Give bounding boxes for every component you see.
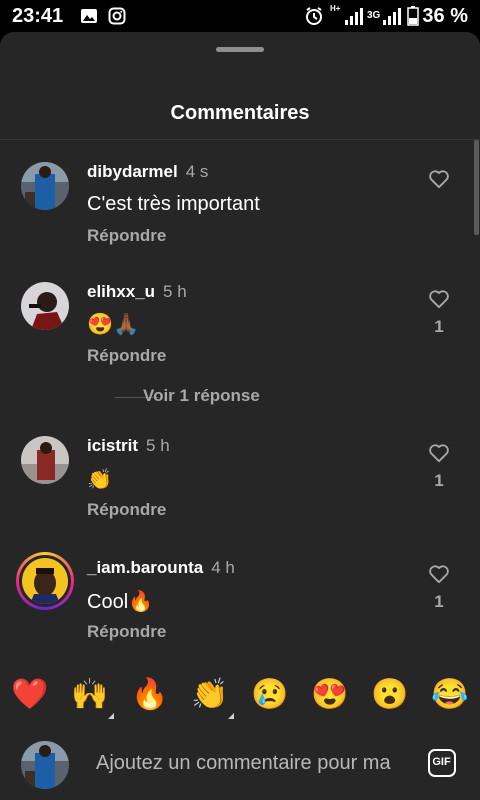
emoji-glyph: 🙌 xyxy=(71,678,109,711)
status-bar: 23:41 H+ 3G 36 % xyxy=(0,0,480,32)
divider xyxy=(0,139,480,140)
comments-sheet: Commentaires dibydarmel 4 s C'est très im… xyxy=(0,32,480,800)
username-text[interactable]: dibydarmel xyxy=(87,162,178,181)
avatar-image xyxy=(22,558,68,604)
sheet-drag-handle[interactable] xyxy=(216,47,264,52)
emoji-surprised-button[interactable]: 😮 xyxy=(370,675,410,715)
username-text[interactable]: elihxx_u xyxy=(87,282,155,301)
scrollbar[interactable] xyxy=(474,140,479,235)
username-text[interactable]: _iam.barounta xyxy=(87,558,203,577)
comment-time: 5 h xyxy=(163,282,187,301)
reply-button[interactable]: Répondre xyxy=(87,226,166,246)
like-count: 1 xyxy=(434,592,444,611)
gif-button[interactable]: GIF xyxy=(428,749,456,777)
signal-2-icon xyxy=(383,8,401,25)
comment-text: Cool🔥 xyxy=(87,591,154,613)
emoji-glyph: 👏 xyxy=(191,678,229,711)
sheet-title: Commentaires xyxy=(170,102,310,124)
comment-time: 4 h xyxy=(211,558,235,577)
heart-icon[interactable] xyxy=(428,169,450,189)
heart-icon[interactable] xyxy=(428,443,450,463)
network-type-label: H+ xyxy=(330,4,341,13)
avatar[interactable] xyxy=(21,162,69,210)
network-label: 3G xyxy=(367,10,381,21)
comment-text: C'est très important xyxy=(87,193,260,215)
comment-username[interactable]: dibydarmel 4 s xyxy=(87,162,208,182)
avatar-with-story[interactable] xyxy=(16,552,74,610)
emoji-crying-button[interactable]: 😢 xyxy=(250,675,290,715)
emoji-fire-button[interactable]: 🔥 xyxy=(130,675,170,715)
like-count: 1 xyxy=(434,317,444,336)
heart-icon[interactable] xyxy=(428,289,450,309)
gif-label: GIF xyxy=(432,756,451,768)
like-count: 1 xyxy=(434,471,444,490)
signal-icon xyxy=(345,8,363,25)
alarm-icon xyxy=(306,7,322,25)
view-replies-label[interactable]: Voir 1 réponse xyxy=(143,386,260,406)
emoji-heart-button[interactable]: ❤️ xyxy=(10,675,50,715)
comment-text: 👏 xyxy=(87,469,112,491)
instagram-icon xyxy=(108,7,126,25)
reply-button[interactable]: Répondre xyxy=(87,500,166,520)
skin-tone-indicator xyxy=(108,713,114,719)
comment-username[interactable]: icistrit 5 h xyxy=(87,436,170,456)
emoji-quick-bar: ❤️ 🙌 🔥 👏 😢 😍 😮 😂 xyxy=(0,665,480,729)
comment-text: 😍🙏🏾 xyxy=(87,313,140,336)
reply-button[interactable]: Répondre xyxy=(87,622,166,642)
emoji-laughing-button[interactable]: 😂 xyxy=(430,675,470,715)
username-text[interactable]: icistrit xyxy=(87,436,138,455)
gallery-icon xyxy=(81,9,97,23)
heart-icon[interactable] xyxy=(428,564,450,584)
battery-icon xyxy=(407,6,419,26)
battery-percent: 36 % xyxy=(422,5,468,27)
current-user-avatar xyxy=(21,741,69,789)
comment-username[interactable]: elihxx_u 5 h xyxy=(87,282,187,302)
emoji-heart-eyes-button[interactable]: 😍 xyxy=(310,675,350,715)
reply-button[interactable]: Répondre xyxy=(87,346,166,366)
avatar[interactable] xyxy=(21,282,69,330)
comment-time: 4 s xyxy=(185,162,209,181)
comment-composer: GIF xyxy=(0,729,480,800)
avatar[interactable] xyxy=(21,436,69,484)
comment-username[interactable]: _iam.barounta 4 h xyxy=(87,558,235,578)
view-replies-button[interactable]: Voir 1 réponse xyxy=(87,386,387,408)
status-time: 23:41 xyxy=(12,5,64,27)
skin-tone-indicator xyxy=(228,713,234,719)
emoji-clap-button[interactable]: 👏 xyxy=(190,675,234,719)
emoji-raised-hands-button[interactable]: 🙌 xyxy=(70,675,114,719)
comment-time: 5 h xyxy=(146,436,170,455)
comment-input[interactable] xyxy=(96,745,412,781)
